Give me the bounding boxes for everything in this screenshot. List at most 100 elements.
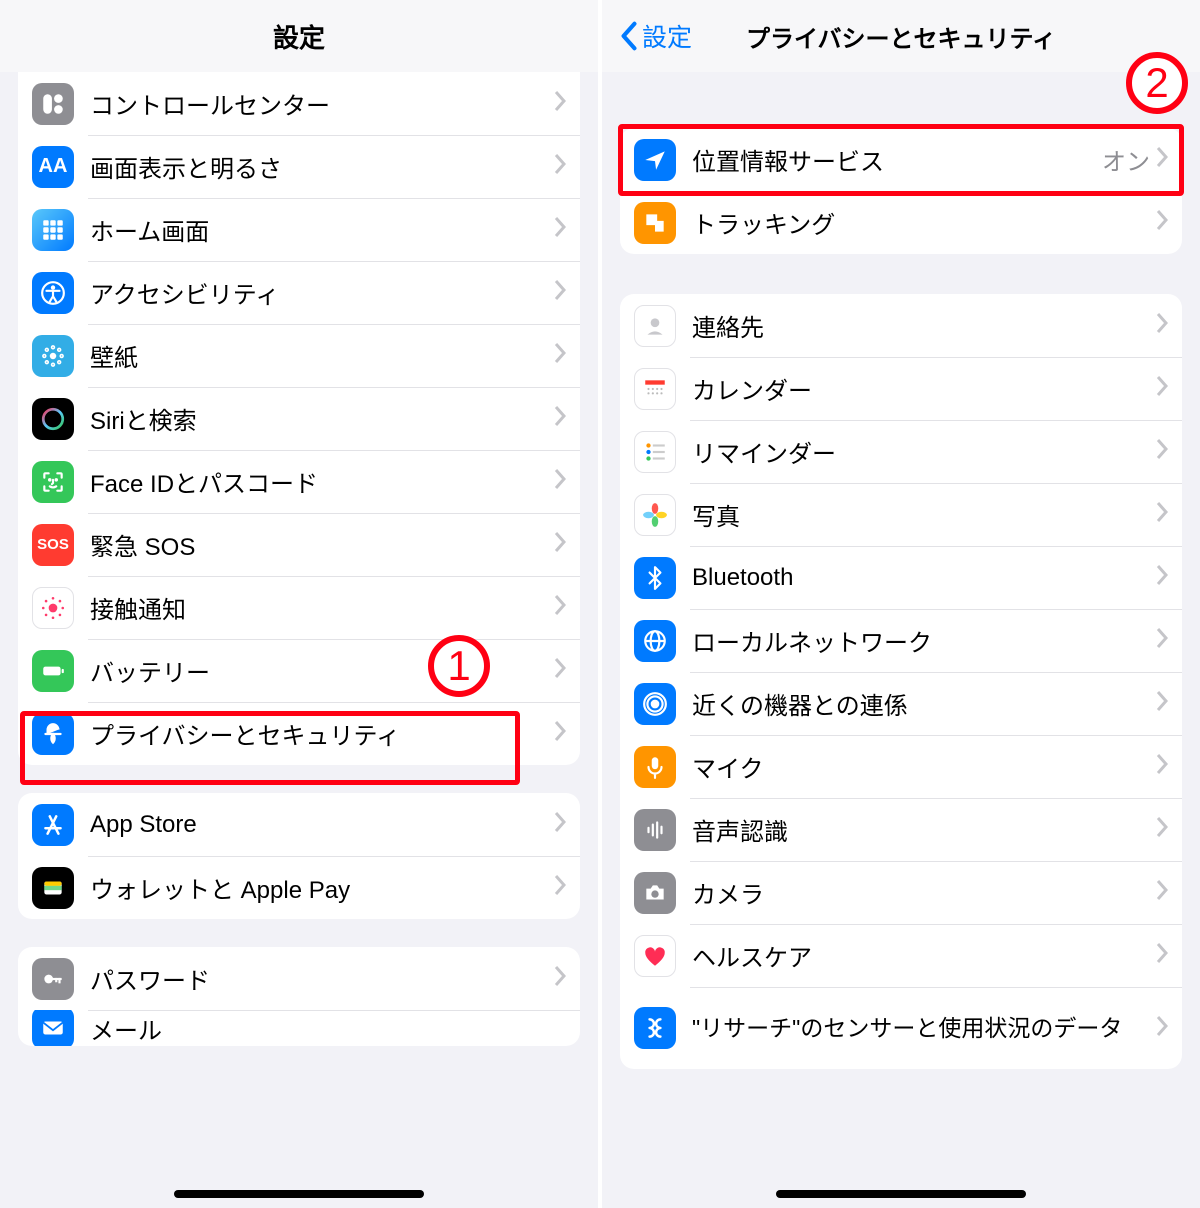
calendar-icon (634, 368, 676, 410)
faceid-icon (32, 461, 74, 503)
row-camera[interactable]: カメラ (620, 861, 1182, 924)
row-label: アクセシビリティ (90, 275, 554, 310)
privacy-list: 位置情報サービス オン トラッキング 連絡先 (602, 72, 1200, 1208)
row-accessibility[interactable]: アクセシビリティ (18, 261, 580, 324)
navbar: 設定 (0, 0, 598, 72)
row-label: 写真 (692, 497, 1156, 532)
battery-icon (32, 650, 74, 692)
row-tracking[interactable]: トラッキング (620, 191, 1182, 254)
chevron-right-icon (1156, 501, 1168, 528)
row-speech[interactable]: 音声認識 (620, 798, 1182, 861)
row-label: 緊急 SOS (90, 527, 554, 562)
siri-icon (32, 398, 74, 440)
row-label: Bluetooth (692, 564, 1156, 592)
chevron-right-icon (1156, 879, 1168, 906)
row-label: 音声認識 (692, 812, 1156, 847)
row-photos[interactable]: 写真 (620, 483, 1182, 546)
row-sos[interactable]: SOS 緊急 SOS (18, 513, 580, 576)
row-label: Siriと検索 (90, 401, 554, 436)
row-exposure[interactable]: 接触通知 (18, 576, 580, 639)
row-display[interactable]: AA 画面表示と明るさ (18, 135, 580, 198)
settings-list: コントロールセンター AA 画面表示と明るさ ホーム画面 (0, 72, 598, 1208)
row-privacy[interactable]: プライバシーとセキュリティ (18, 702, 580, 765)
location-icon (634, 139, 676, 181)
row-label: ヘルスケア (692, 938, 1156, 973)
localnet-icon (634, 620, 676, 662)
row-label: 壁紙 (90, 338, 554, 373)
chevron-right-icon (554, 279, 566, 306)
chevron-right-icon (1156, 209, 1168, 236)
row-passwords[interactable]: パスワード (18, 947, 580, 1010)
back-button[interactable]: 設定 (620, 18, 692, 54)
home-indicator (776, 1190, 1026, 1198)
speech-icon (634, 809, 676, 851)
chevron-right-icon (554, 531, 566, 558)
chevron-right-icon (554, 874, 566, 901)
row-label: プライバシーとセキュリティ (90, 716, 554, 751)
photos-icon (634, 494, 676, 536)
row-label: カメラ (692, 875, 1156, 910)
privacy-screen: 設定 プライバシーとセキュリティ 位置情報サービス オン トラッキング (600, 0, 1200, 1208)
chevron-right-icon (1156, 438, 1168, 465)
row-home-screen[interactable]: ホーム画面 (18, 198, 580, 261)
row-label: Face IDとパスコード (90, 464, 554, 499)
row-location[interactable]: 位置情報サービス オン (620, 128, 1182, 191)
home-indicator (174, 1190, 424, 1198)
settings-group-store: App Store ウォレットと Apple Pay (18, 793, 580, 919)
chevron-right-icon (1156, 816, 1168, 843)
step-badge-2: 2 (1126, 52, 1188, 114)
chevron-right-icon (1156, 942, 1168, 969)
row-wallet[interactable]: ウォレットと Apple Pay (18, 856, 580, 919)
row-label: ローカルネットワーク (692, 623, 1156, 658)
row-label: コントロールセンター (90, 86, 554, 121)
row-mail[interactable]: メール (18, 1010, 580, 1046)
row-label: メール (90, 1011, 566, 1046)
chevron-right-icon (1156, 1015, 1168, 1042)
chevron-right-icon (1156, 627, 1168, 654)
display-icon: AA (32, 146, 74, 188)
contacts-icon (634, 305, 676, 347)
row-contacts[interactable]: 連絡先 (620, 294, 1182, 357)
row-calendar[interactable]: カレンダー (620, 357, 1182, 420)
wallpaper-icon (32, 335, 74, 377)
row-bluetooth[interactable]: Bluetooth (620, 546, 1182, 609)
reminders-icon (634, 431, 676, 473)
navbar: 設定 プライバシーとセキュリティ (602, 0, 1200, 72)
chevron-right-icon (554, 811, 566, 838)
appstore-icon (32, 804, 74, 846)
privacy-group-data: 連絡先 カレンダー リマインダー (620, 294, 1182, 1069)
row-label: "リサーチ"のセンサーと使用状況のデータ (692, 1014, 1156, 1043)
row-battery[interactable]: バッテリー (18, 639, 580, 702)
page-title: プライバシーとセキュリティ (746, 19, 1056, 54)
chevron-right-icon (554, 657, 566, 684)
chevron-right-icon (554, 594, 566, 621)
row-localnet[interactable]: ローカルネットワーク (620, 609, 1182, 672)
row-label: 接触通知 (90, 590, 554, 625)
row-label: トラッキング (692, 205, 1156, 240)
row-value: オン (1102, 142, 1150, 177)
chevron-right-icon (554, 720, 566, 747)
home-screen-icon (32, 209, 74, 251)
passwords-icon (32, 958, 74, 1000)
exposure-icon (32, 587, 74, 629)
row-health[interactable]: ヘルスケア (620, 924, 1182, 987)
wallet-icon (32, 867, 74, 909)
row-wallpaper[interactable]: 壁紙 (18, 324, 580, 387)
page-title: 設定 (273, 18, 325, 55)
row-reminders[interactable]: リマインダー (620, 420, 1182, 483)
row-label: 位置情報サービス (692, 142, 1102, 177)
chevron-right-icon (1156, 146, 1168, 173)
row-research[interactable]: "リサーチ"のセンサーと使用状況のデータ (620, 987, 1182, 1069)
row-label: ウォレットと Apple Pay (90, 870, 554, 905)
row-label: 画面表示と明るさ (90, 149, 554, 184)
row-microphone[interactable]: マイク (620, 735, 1182, 798)
row-label: マイク (692, 749, 1156, 784)
row-faceid[interactable]: Face IDとパスコード (18, 450, 580, 513)
row-control-center[interactable]: コントロールセンター (18, 72, 580, 135)
row-appstore[interactable]: App Store (18, 793, 580, 856)
row-nearby[interactable]: 近くの機器との連係 (620, 672, 1182, 735)
row-siri[interactable]: Siriと検索 (18, 387, 580, 450)
sos-icon: SOS (32, 524, 74, 566)
row-label: ホーム画面 (90, 212, 554, 247)
chevron-right-icon (554, 90, 566, 117)
